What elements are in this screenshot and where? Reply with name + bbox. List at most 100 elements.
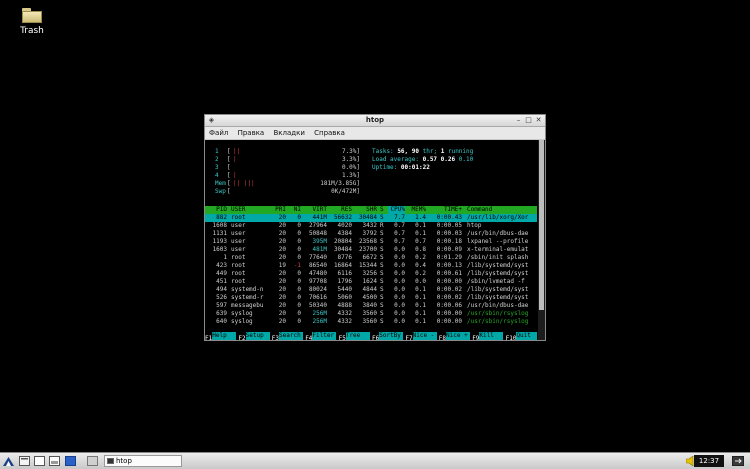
cell-pri: 20 bbox=[278, 286, 286, 293]
process-row[interactable]: 449 root 20 0 47480 6116 3256 S 0.0 0.2 0:00.61/li… bbox=[205, 270, 537, 278]
cell-state: S bbox=[380, 294, 384, 301]
menu-help[interactable]: Справка bbox=[314, 129, 345, 137]
cell-ni: 0 bbox=[297, 238, 301, 245]
meter-value: 7.3%] bbox=[341, 148, 360, 155]
cell-res: 4888 bbox=[337, 302, 352, 309]
fkey-sortby[interactable]: F6SortBy bbox=[372, 332, 404, 340]
cell-user: root bbox=[231, 262, 246, 269]
process-table-header[interactable]: PID USER PRI NI VIRT RES SHR S CPU% MEM% TIME+ Comm… bbox=[205, 206, 537, 215]
column-header-ni[interactable]: NI bbox=[289, 206, 301, 214]
column-header-shr[interactable]: SHR bbox=[353, 206, 377, 214]
process-row[interactable]: 1603 user 20 0 481M 30484 23700 S 0.0 0.8 0:00.09 x… bbox=[205, 246, 537, 254]
column-header-res[interactable]: RES bbox=[329, 206, 352, 214]
cell-time: 0:01.29 bbox=[436, 254, 462, 261]
cell-mem: 0.8 bbox=[415, 246, 426, 253]
fkey-niceminus[interactable]: F7Nice - bbox=[405, 332, 437, 340]
meter-fill: | bbox=[233, 172, 237, 179]
process-row[interactable]: 451 root 20 0 97708 1796 1624 S 0.0 0.0 0:00.00/sb… bbox=[205, 278, 537, 286]
process-row[interactable]: 494 systemd-n 20 0 80024 5440 4844 S 0.0 0.1 0:00.… bbox=[205, 286, 537, 294]
fkey-filter[interactable]: F4Filter bbox=[305, 332, 337, 340]
process-row[interactable]: 526 systemd-r 20 0 70616 5060 4500 S 0.0 0.1 0:00.… bbox=[205, 294, 537, 302]
process-row[interactable]: 882 root 20 0 441M 56632 30484 S 7.7 1.4 0:00.43/u… bbox=[205, 214, 537, 222]
fkey-tree[interactable]: F5Tree bbox=[339, 332, 370, 340]
cell-user: user bbox=[231, 238, 246, 245]
cell-res: 4332 bbox=[337, 310, 352, 317]
cell-pid: 1 bbox=[223, 254, 227, 261]
workspace-icon[interactable] bbox=[87, 456, 98, 466]
column-header-mem[interactable]: MEM% bbox=[408, 206, 426, 214]
process-row[interactable]: 640 syslog 20 0 256M 4332 3560 S 0.0 0.1 0:00.00/u… bbox=[205, 318, 537, 326]
cell-shr: 3560 bbox=[362, 318, 377, 325]
cell-time: 0:00.02 bbox=[436, 286, 462, 293]
terminal-launcher-icon[interactable] bbox=[34, 456, 45, 466]
fkey-niceplus[interactable]: F8Nice + bbox=[439, 332, 471, 340]
fkey-help[interactable]: F1Help bbox=[205, 332, 237, 340]
browser-launcher-icon[interactable] bbox=[49, 456, 60, 466]
cell-mem: 0.1 bbox=[415, 222, 426, 229]
process-row[interactable]: 423 root 19 -1 86540 16864 15344 S 0.0 0.4 0:00.13… bbox=[205, 262, 537, 270]
cell-virt: 80024 bbox=[308, 286, 327, 293]
fkey-setup[interactable]: F2Setup bbox=[238, 332, 270, 340]
column-header-pid[interactable]: PID bbox=[205, 206, 227, 214]
column-header-virt[interactable]: VIRT bbox=[302, 206, 327, 214]
cell-pri: 20 bbox=[278, 254, 286, 261]
htop-terminal[interactable]: 1[|| 7.3%] 2[| 3.3%] 3[0.0%] 4[| 1.3%] Mem[|| |… bbox=[205, 140, 537, 340]
window-titlebar[interactable]: ◈ htop – □ ✕ bbox=[205, 115, 545, 127]
cell-state: S bbox=[380, 238, 384, 245]
close-icon[interactable]: ✕ bbox=[534, 116, 543, 125]
cell-virt: 395M bbox=[312, 238, 327, 245]
fkey-number: F6 bbox=[372, 335, 380, 340]
cell-pri: 20 bbox=[278, 230, 286, 237]
swap-meter: Swp[0K/472M] bbox=[215, 188, 360, 196]
process-row[interactable]: 1 root 20 0 77640 8776 6672 S 0.0 0.2 0:01.29/sbin… bbox=[205, 254, 537, 262]
menu-file[interactable]: Файл bbox=[209, 129, 228, 137]
terminal-window: ◈ htop – □ ✕ Файл Правка Вкладки Справка… bbox=[204, 114, 546, 341]
minimize-icon[interactable]: – bbox=[514, 116, 523, 125]
maximize-icon[interactable]: □ bbox=[524, 116, 533, 125]
cell-virt: 70616 bbox=[308, 294, 327, 301]
terminal-scrollbar[interactable] bbox=[538, 140, 545, 340]
cell-pri: 20 bbox=[278, 238, 286, 245]
menu-tabs[interactable]: Вкладки bbox=[273, 129, 304, 137]
trash-label: Trash bbox=[20, 26, 44, 36]
trash-desktop-icon[interactable]: Trash bbox=[14, 6, 50, 36]
process-row[interactable]: 1608 user 20 0 27964 4020 3432 R 0.7 0.1 0:00.05 ht… bbox=[205, 222, 537, 230]
fkey-quit[interactable]: F10Quit bbox=[506, 332, 537, 340]
menu-edit[interactable]: Правка bbox=[238, 129, 265, 137]
cell-time: 0:00.13 bbox=[436, 262, 462, 269]
cell-ni: 0 bbox=[297, 286, 301, 293]
desktop-switch-icon[interactable] bbox=[65, 456, 76, 466]
meter-value: 0K/472M] bbox=[331, 188, 360, 195]
process-row[interactable]: 1131 user 20 0 50848 4384 3792 S 0.7 0.1 0:00.03/u… bbox=[205, 230, 537, 238]
process-row[interactable]: 597 messagebu 20 0 50340 4888 3840 S 0.0 0.1 0:00.… bbox=[205, 302, 537, 310]
scrollbar-thumb[interactable] bbox=[539, 140, 544, 310]
cell-time: 0:00.00 bbox=[436, 318, 462, 325]
process-row[interactable]: 1193 user 20 0 395M 20804 23568 S 0.7 0.7 0:00.18 l… bbox=[205, 238, 537, 246]
cell-command: /usr/lib/xorg/Xor bbox=[467, 214, 529, 221]
column-header-pri[interactable]: PRI bbox=[269, 206, 286, 214]
meter-fill: || ||| bbox=[233, 180, 255, 187]
cell-shr: 4844 bbox=[362, 286, 377, 293]
column-header-command[interactable]: Command bbox=[467, 206, 537, 214]
column-header-cpu[interactable]: CPU% bbox=[388, 206, 405, 215]
cell-command: /lib/systemd/syst bbox=[467, 270, 529, 277]
column-header-state[interactable]: S bbox=[380, 206, 386, 214]
cell-command: /usr/sbin/rsyslog bbox=[467, 310, 529, 317]
cell-user: systemd-r bbox=[231, 294, 264, 301]
fkey-label: Nice - bbox=[412, 332, 437, 340]
fkey-kill[interactable]: F9Kill bbox=[472, 332, 504, 340]
cell-mem: 0.1 bbox=[415, 318, 426, 325]
process-row[interactable]: 639 syslog 20 0 256M 4332 3560 S 0.0 0.1 0:00.00/u… bbox=[205, 310, 537, 318]
file-manager-icon[interactable] bbox=[19, 456, 30, 466]
start-menu-icon[interactable] bbox=[3, 456, 14, 466]
column-header-user[interactable]: USER bbox=[231, 206, 271, 214]
cell-command: x-terminal-emulat bbox=[467, 246, 529, 253]
logout-icon[interactable] bbox=[732, 456, 744, 466]
taskbar-task-htop[interactable]: htop bbox=[104, 455, 182, 467]
clock[interactable]: 12:37 bbox=[694, 455, 724, 467]
cpu-meter-2: 2 [| 3.3%] bbox=[215, 156, 360, 164]
fkey-search[interactable]: F3Search bbox=[272, 332, 304, 340]
cell-res: 4332 bbox=[337, 318, 352, 325]
cell-cpu: 0.7 bbox=[394, 230, 405, 237]
column-header-time[interactable]: TIME+ bbox=[427, 206, 462, 214]
